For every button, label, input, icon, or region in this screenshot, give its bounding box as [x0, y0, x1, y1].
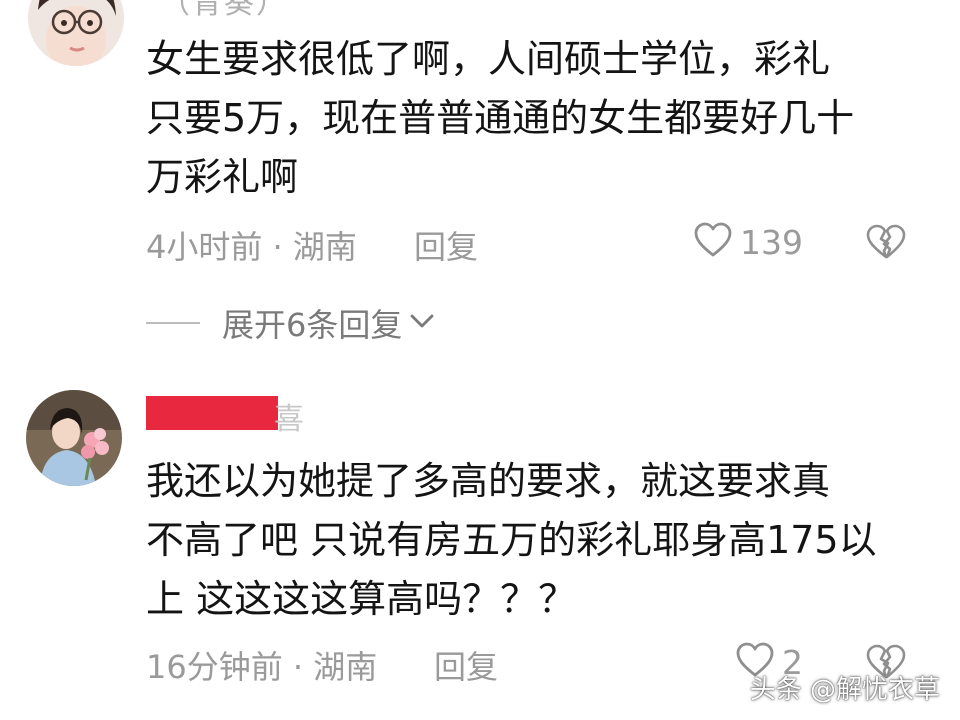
avatar[interactable] — [28, 0, 124, 66]
comment-line: 只要5万，现在普普通通的女生都要好几十 — [146, 96, 855, 140]
username-redaction — [146, 396, 278, 430]
comment-meta: 4小时前 · 湖南 — [146, 228, 357, 266]
expand-replies-button[interactable]: 展开6条回复 — [146, 300, 436, 346]
divider — [146, 322, 200, 324]
chevron-down-icon — [408, 311, 436, 335]
username[interactable]: （青葵） — [160, 0, 288, 22]
heart-outline-icon — [694, 222, 732, 262]
like-button[interactable]: 139 — [694, 222, 803, 262]
like-count: 139 — [740, 222, 803, 262]
username[interactable]: 喜 — [274, 394, 304, 438]
watermark: 头条 @解忧衣草 — [749, 675, 940, 705]
comment-line: 女生要求很低了啊，人间硕士学位，彩礼 — [146, 37, 831, 81]
comment-text: 我还以为她提了多高的要求，就这要求真 不高了吧 只说有房五万的彩礼耶身高175以… — [146, 452, 877, 629]
reply-button[interactable]: 回复 — [414, 222, 478, 268]
comment-line: 上 这这这这算高吗？？？ — [146, 577, 577, 621]
comment-meta: 16分钟前 · 湖南 — [146, 648, 378, 686]
dislike-button[interactable] — [866, 224, 906, 264]
expand-replies-label: 展开6条回复 — [222, 306, 403, 344]
avatar[interactable] — [26, 390, 122, 486]
comment-line: 我还以为她提了多高的要求，就这要求真 — [146, 459, 831, 503]
comment-line: 万彩礼啊 — [146, 155, 299, 199]
reply-button[interactable]: 回复 — [434, 642, 498, 688]
comment-text: 女生要求很低了啊，人间硕士学位，彩礼 只要5万，现在普普通通的女生都要好几十 万… — [146, 30, 854, 207]
broken-heart-icon — [866, 224, 906, 264]
comment-line: 不高了吧 只说有房五万的彩礼耶身高175以 — [146, 518, 877, 562]
